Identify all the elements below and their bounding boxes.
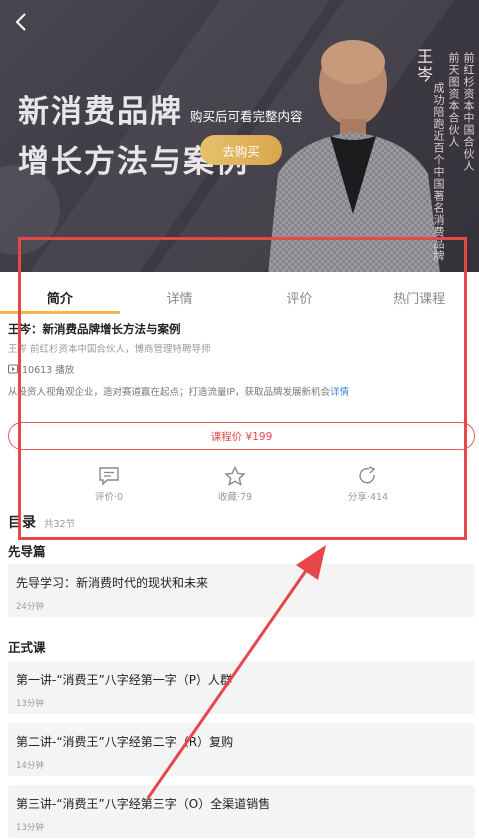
lesson-item[interactable]: 第二讲-“消费王”八字经第二字（R）复购 14分钟	[8, 723, 475, 776]
tab-reviews[interactable]: 评价	[240, 282, 360, 312]
lesson-item[interactable]: 第三讲-“消费王”八字经第三字（O）全渠道销售 13分钟	[8, 785, 475, 838]
hero-title-line1: 新消费品牌	[18, 94, 183, 130]
tab-details[interactable]: 详情	[120, 282, 240, 312]
action-bar: 评价·0 收藏·79 分享·414	[0, 466, 479, 506]
course-description-text: 从投资人视角观企业，造对赛道赢在起点；打造流量IP，获取品牌发展新机会	[8, 387, 331, 398]
play-count: 10613 播放	[8, 362, 74, 376]
section-title: 正式课	[8, 640, 46, 655]
lesson-duration: 13分钟	[16, 699, 44, 709]
section-title: 先导篇	[8, 544, 46, 559]
favorite-count: 收藏·79	[217, 492, 253, 503]
teacher-credential-2: 前天图资本合伙人	[447, 52, 460, 148]
lesson-item[interactable]: 先导学习：新消费时代的现状和未来 24分钟	[8, 564, 475, 617]
details-link[interactable]: 详情	[330, 387, 349, 398]
star-icon	[224, 466, 246, 486]
catalog-header: 目录 共32节	[8, 512, 75, 532]
review-count: 评价·0	[94, 492, 124, 503]
tab-intro[interactable]: 简介	[0, 282, 120, 314]
lesson-duration: 24分钟	[16, 602, 44, 612]
share-icon	[359, 466, 376, 484]
lesson-duration: 13分钟	[16, 823, 44, 833]
teacher-credential-3: 成功陪跑近百个中国著名消费品牌	[432, 82, 445, 262]
tab-bar: 简介 详情 评价 热门课程	[0, 282, 479, 314]
lesson-title: 先导学习：新消费时代的现状和未来	[16, 576, 209, 590]
back-icon[interactable]	[10, 10, 34, 34]
lesson-item[interactable]: 第一讲-“消费王”八字经第一字（P）人群 13分钟	[8, 661, 475, 714]
tab-hot-courses[interactable]: 热门课程	[359, 282, 479, 312]
teacher-credential-1: 前红杉资本中国合伙人	[462, 52, 475, 172]
review-button[interactable]: 评价·0	[69, 466, 149, 503]
comment-icon	[99, 467, 119, 486]
course-subtitle: 王岑 前红杉资本中国合伙人，博商管理特聘导师	[8, 344, 211, 355]
play-icon	[8, 364, 18, 374]
share-count: 分享·414	[347, 492, 389, 503]
lesson-title: 第一讲-“消费王”八字经第一字（P）人群	[16, 673, 233, 687]
lesson-title: 第二讲-“消费王”八字经第二字（R）复购	[16, 735, 234, 749]
catalog-title: 目录	[8, 512, 36, 532]
favorite-button[interactable]: 收藏·79	[195, 466, 275, 503]
lesson-duration: 14分钟	[16, 761, 44, 771]
purchase-tip: 购买后可看完整内容	[190, 109, 303, 124]
play-count-text: 10613 播放	[22, 365, 75, 376]
lesson-title: 第三讲-“消费王”八字经第三字（O）全渠道销售	[16, 797, 271, 811]
teacher-name: 王岑	[414, 48, 433, 84]
price-button[interactable]: 课程价 ¥199	[8, 422, 475, 450]
course-description: 从投资人视角观企业，造对赛道赢在起点；打造流量IP，获取品牌发展新机会详情	[8, 384, 349, 398]
hero-banner: 新消费品牌 增长方法与案例 王岑 前红杉资本中国合伙人 前天图资本合伙人 成功陪…	[0, 0, 479, 272]
buy-button[interactable]: 去购买	[200, 135, 282, 165]
share-button[interactable]: 分享·414	[328, 466, 408, 503]
course-title: 王岑：新消费品牌增长方法与案例	[8, 322, 181, 336]
catalog-count: 共32节	[44, 519, 76, 530]
